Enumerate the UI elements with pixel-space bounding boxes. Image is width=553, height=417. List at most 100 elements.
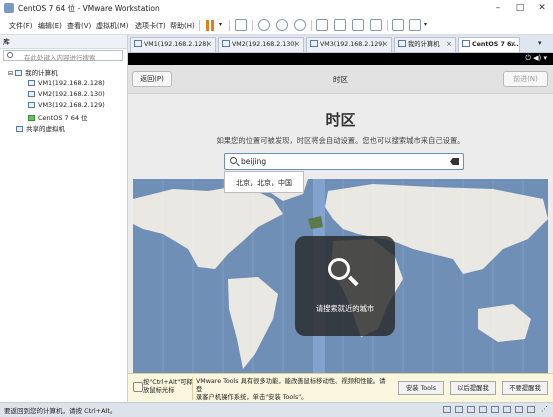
tree-label: VM2(192.168.2.130) [38, 90, 105, 98]
show-library-icon[interactable] [316, 19, 328, 31]
menu-vm[interactable]: 虚拟机(M) [96, 21, 129, 31]
search-icon [230, 157, 237, 164]
tab-vm1[interactable]: VM1(192.168.2.128) × [130, 37, 216, 52]
tab-label: VM3(192.168.2.129) [320, 41, 385, 48]
pause-icon[interactable] [205, 20, 216, 31]
header-title: 时区 [333, 75, 348, 84]
vm-console[interactable]: ⏻ ◀) ▾ 返回(P) 时区 前进(N) 时区 如果您的位置可被发现，时区将会… [128, 53, 553, 373]
console-view-icon[interactable] [392, 19, 404, 31]
minimize-button[interactable]: – [487, 0, 509, 17]
install-tools-button[interactable]: 安装 Tools [398, 381, 444, 395]
next-button[interactable]: 前进(N) [503, 71, 548, 87]
page-title: 时区 [325, 111, 356, 129]
search-suggestion[interactable]: 北京，北京，中国 [224, 171, 304, 193]
revert-snapshot-icon[interactable] [276, 19, 288, 31]
installer-header: 返回(P) 时区 前进(N) [128, 65, 553, 94]
messages-icon[interactable] [527, 406, 535, 413]
menu-edit[interactable]: 编辑(E) [38, 21, 62, 31]
snapshot-icon[interactable] [258, 19, 270, 31]
system-status-icons[interactable]: ⏻ ◀) ▾ [525, 54, 547, 63]
never-remind-button[interactable]: 不要提醒我 [502, 381, 548, 395]
tab-vm2[interactable]: VM2(192.168.2.130) × [218, 37, 304, 52]
vm-icon [462, 40, 470, 47]
magnifier-icon [328, 258, 350, 280]
tools-message: VMware Tools 具有很多功能，能改善鼠标移动性、视频和性能。请登 录客… [196, 378, 391, 402]
vmware-logo-icon [4, 3, 14, 13]
status-bar: 要返回到您的计算机，请按 Ctrl+Alt。 ⋰ [0, 402, 553, 417]
vm-icon [134, 40, 142, 47]
menu-tabs[interactable]: 选项卡(T) [135, 21, 166, 31]
library-close-icon[interactable]: × [3, 37, 123, 45]
collapse-icon[interactable]: ⊟ [8, 70, 13, 77]
toolbar-separator [387, 20, 388, 31]
tab-label: VM1(192.168.2.128) [144, 41, 209, 48]
page-subtitle: 如果您的位置可被发现，时区将会自动设置。您也可以搜索城市来自己设置。 [216, 136, 465, 145]
unity-icon[interactable] [370, 19, 382, 31]
hard-disk-icon[interactable] [443, 406, 451, 413]
library-header: 库 × [0, 35, 127, 49]
stretch-view-icon[interactable] [409, 19, 421, 31]
vmware-tools-hint-bar: 按"Ctrl+Alt"可释 放鼠标光标 VMware Tools 具有很多功能，… [128, 373, 553, 403]
tree-label: VM3(192.168.2.129) [38, 101, 105, 109]
tab-close-icon[interactable]: × [206, 40, 212, 48]
library-search-input[interactable]: 在此处键入内容进行搜索 [3, 50, 123, 62]
vm-icon [28, 80, 35, 86]
computer-icon [15, 70, 23, 76]
tree-item-vm2[interactable]: VM2(192.168.2.130) [28, 90, 105, 98]
menu-help[interactable]: 帮助(H) [170, 21, 195, 31]
home-icon [398, 40, 406, 47]
snapshot-manager-icon[interactable] [294, 19, 306, 31]
guest-top-bar: ⏻ ◀) ▾ [128, 53, 553, 65]
library-panel: 库 × 在此处键入内容进行搜索 ⊟ 我的计算机 VM1(192.168.2.12… [0, 35, 128, 402]
display-icon[interactable] [515, 406, 523, 413]
tab-my-computer[interactable]: 我的计算机 × [394, 37, 456, 52]
resize-grip-icon[interactable]: ⋰ [541, 405, 548, 413]
menu-file[interactable]: 文件(F) [9, 21, 33, 31]
printer-icon[interactable] [503, 406, 511, 413]
tab-close-icon[interactable]: × [294, 40, 300, 48]
tree-item-vm3[interactable]: VM3(192.168.2.129) [28, 101, 105, 109]
maximize-button[interactable]: □ [509, 0, 531, 17]
tab-close-icon[interactable]: × [382, 40, 388, 48]
tree-label: VM1(192.168.2.128) [38, 79, 105, 87]
usb-icon[interactable] [479, 406, 487, 413]
vm-icon [28, 91, 35, 97]
message-line: VMware Tools 具有很多功能，能改善鼠标移动性、视频和性能。请登 [196, 378, 386, 393]
tree-item-my-computer[interactable]: ⊟ 我的计算机 [8, 67, 58, 77]
tree-item-centos[interactable]: CentOS 7 64 位 [28, 112, 88, 122]
full-screen-icon[interactable] [352, 19, 364, 31]
tree-item-shared[interactable]: 共享的虚拟机 [16, 123, 65, 133]
sound-icon[interactable] [491, 406, 499, 413]
send-ctrl-alt-del-icon[interactable] [235, 19, 247, 31]
release-cursor-hint: 按"Ctrl+Alt"可释 放鼠标光标 [143, 379, 193, 395]
tab-list-dropdown-icon[interactable]: ▾ [538, 39, 542, 47]
tree-item-vm1[interactable]: VM1(192.168.2.128) [28, 79, 105, 87]
tab-centos[interactable]: CentOS 7 6... × [458, 37, 520, 52]
remind-later-button[interactable]: 以后提醒我 [450, 381, 496, 395]
suggestion-text: 北京，北京，中国 [236, 179, 292, 187]
menu-view[interactable]: 查看(V) [67, 21, 91, 31]
tab-close-icon[interactable]: × [446, 40, 452, 48]
network-icon[interactable] [467, 406, 475, 413]
pause-dropdown-icon[interactable]: ▾ [219, 21, 222, 28]
vm-icon [222, 40, 230, 47]
library-search-placeholder: 在此处键入内容进行搜索 [24, 54, 96, 62]
search-icon [7, 52, 13, 58]
hint-line: 放鼠标光标 [143, 387, 175, 394]
status-text: 要返回到您的计算机，请按 Ctrl+Alt。 [4, 407, 117, 415]
tab-vm3[interactable]: VM3(192.168.2.129) × [306, 37, 392, 52]
tree-label: 我的计算机 [25, 69, 58, 77]
vm-icon [310, 40, 318, 47]
clear-search-icon[interactable] [450, 158, 459, 165]
installer-window: 返回(P) 时区 前进(N) 时区 如果您的位置可被发现，时区将会自动设置。您也… [128, 65, 553, 373]
cd-dvd-icon[interactable] [455, 406, 463, 413]
tab-bar: VM1(192.168.2.128) × VM2(192.168.2.130) × … [128, 35, 553, 53]
shared-vm-icon [16, 126, 23, 132]
view-dropdown-icon[interactable]: ▾ [424, 21, 427, 28]
keyboard-icon [133, 382, 143, 392]
thumbnail-bar-icon[interactable] [334, 19, 346, 31]
tab-close-icon[interactable]: × [510, 40, 516, 48]
city-search-input[interactable]: beijing [224, 153, 464, 170]
tab-label: 我的计算机 [408, 41, 440, 48]
close-button[interactable]: ✕ [531, 0, 553, 17]
